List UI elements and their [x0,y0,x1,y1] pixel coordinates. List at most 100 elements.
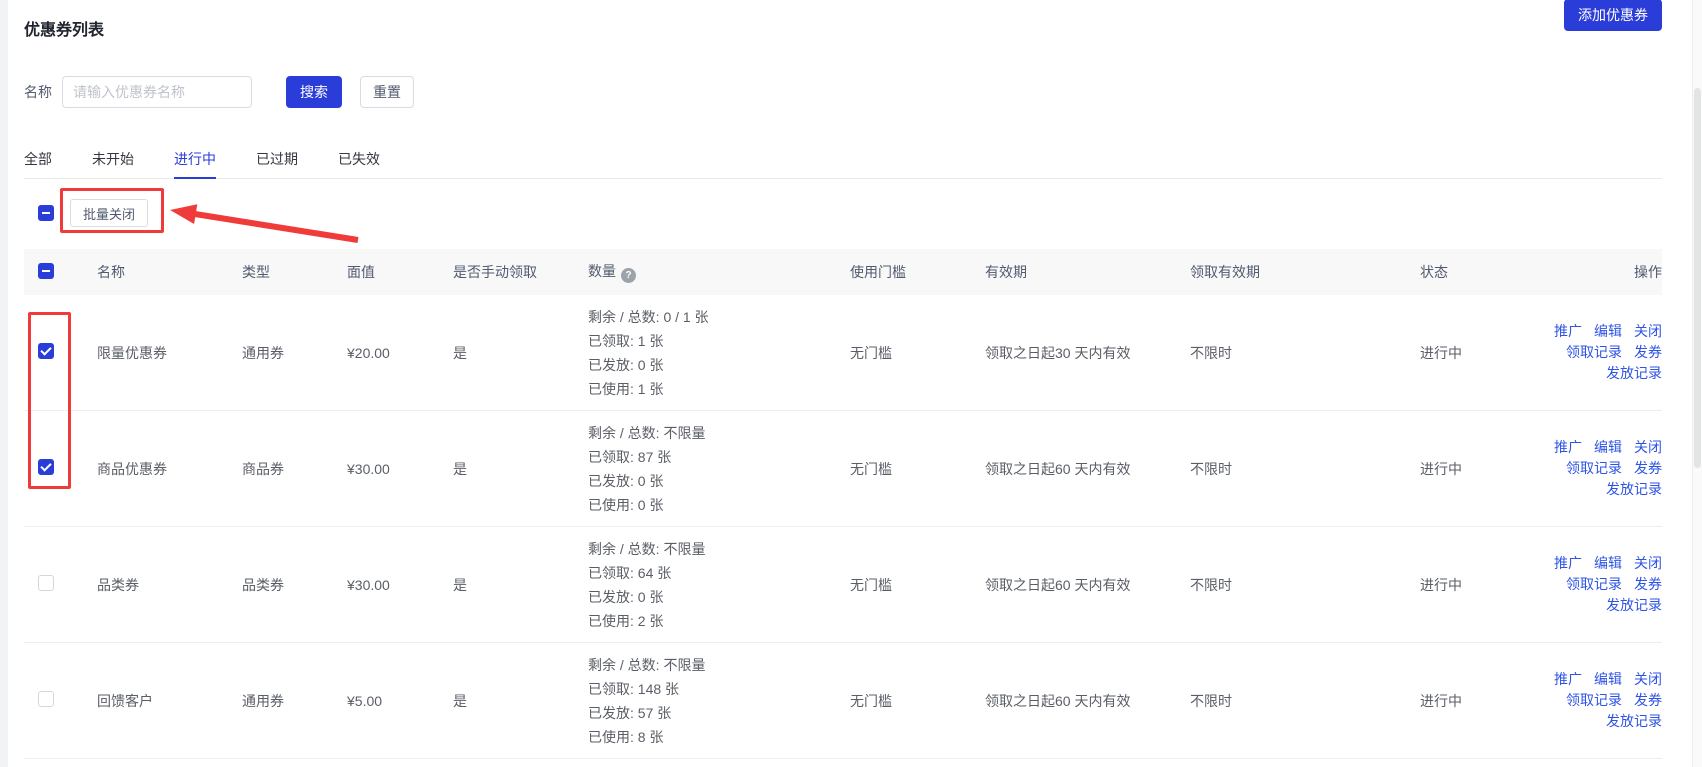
reset-button[interactable]: 重置 [360,76,414,108]
coupon-type: 通用券 [242,691,347,711]
search-input[interactable] [62,76,252,108]
quantity-line: 已发放: 0 张 [588,469,850,493]
coupon-threshold: 无门槛 [850,575,985,595]
coupon-threshold: 无门槛 [850,459,985,479]
action-link-claim-records[interactable]: 领取记录 [1566,576,1622,592]
coupon-type: 品类券 [242,575,347,595]
tab-in-progress[interactable]: 进行中 [174,150,216,179]
action-link-claim-records[interactable]: 领取记录 [1566,692,1622,708]
action-line: 推广编辑关闭 [1532,437,1662,458]
quantity-cell: 剩余 / 总数: 0 / 1 张已领取: 1 张已发放: 0 张已使用: 1 张 [588,305,850,401]
coupon-manual-claim: 是 [453,691,588,711]
action-link-send-coupon[interactable]: 发券 [1634,692,1662,708]
coupon-validity: 领取之日起30 天内有效 [985,343,1190,363]
quantity-line: 剩余 / 总数: 不限量 [588,653,850,677]
col-status: 状态 [1420,262,1532,282]
actions-cell: 推广编辑关闭领取记录发券发放记录 [1532,437,1662,500]
select-all-checkbox[interactable] [38,205,54,221]
action-link-send-coupon[interactable]: 发券 [1634,344,1662,360]
status-text: 进行中 [1420,459,1532,479]
action-link-promote[interactable]: 推广 [1554,555,1582,571]
title-row: 优惠券列表 添加优惠券 [24,0,1662,38]
coupon-name: 商品优惠券 [97,459,242,479]
quantity-line: 已领取: 148 张 [588,677,850,701]
tab-not-started[interactable]: 未开始 [92,150,134,179]
action-line: 领取记录发券 [1532,458,1662,479]
row-checkbox[interactable] [38,575,54,591]
table-row: 回馈客户 通用券 ¥5.00 是 剩余 / 总数: 不限量已领取: 148 张已… [24,643,1662,759]
action-link-close[interactable]: 关闭 [1634,323,1662,339]
tab-all[interactable]: 全部 [24,150,52,179]
coupon-validity: 领取之日起60 天内有效 [985,691,1190,711]
action-link-close[interactable]: 关闭 [1634,671,1662,687]
header-select-checkbox[interactable] [38,263,54,279]
action-line: 领取记录发券 [1532,342,1662,363]
coupon-threshold: 无门槛 [850,343,985,363]
actions-cell: 推广编辑关闭领取记录发券发放记录 [1532,553,1662,616]
tab-invalid[interactable]: 已失效 [338,150,380,179]
left-margin-strip [0,0,8,767]
status-text: 进行中 [1420,575,1532,595]
action-link-promote[interactable]: 推广 [1554,671,1582,687]
action-line: 发放记录 [1532,595,1662,616]
tab-expired[interactable]: 已过期 [256,150,298,179]
action-link-distribution-records[interactable]: 发放记录 [1606,713,1662,729]
add-coupon-button[interactable]: 添加优惠券 [1564,0,1662,31]
coupon-claim-validity: 不限时 [1190,343,1420,363]
action-link-promote[interactable]: 推广 [1554,323,1582,339]
coupon-claim-validity: 不限时 [1190,575,1420,595]
action-link-promote[interactable]: 推广 [1554,439,1582,455]
coupon-manual-claim: 是 [453,343,588,363]
action-link-distribution-records[interactable]: 发放记录 [1606,597,1662,613]
table-body: 限量优惠券 通用券 ¥20.00 是 剩余 / 总数: 0 / 1 张已领取: … [24,295,1662,759]
coupon-validity: 领取之日起60 天内有效 [985,459,1190,479]
actions-cell: 推广编辑关闭领取记录发券发放记录 [1532,321,1662,384]
action-link-distribution-records[interactable]: 发放记录 [1606,481,1662,497]
vertical-scrollbar[interactable] [1692,0,1702,767]
action-link-distribution-records[interactable]: 发放记录 [1606,365,1662,381]
search-button[interactable]: 搜索 [286,76,342,108]
batch-close-button[interactable]: 批量关闭 [70,199,148,227]
row-checkbox[interactable] [38,691,54,707]
action-line: 推广编辑关闭 [1532,669,1662,690]
help-icon[interactable]: ? [621,268,636,283]
coupon-face-value: ¥20.00 [347,345,453,361]
action-line: 推广编辑关闭 [1532,553,1662,574]
status-text: 进行中 [1420,691,1532,711]
action-line: 发放记录 [1532,363,1662,384]
search-label: 名称 [24,82,52,102]
quantity-line: 剩余 / 总数: 不限量 [588,421,850,445]
action-line: 领取记录发券 [1532,574,1662,595]
action-link-send-coupon[interactable]: 发券 [1634,460,1662,476]
action-link-claim-records[interactable]: 领取记录 [1566,460,1622,476]
quantity-cell: 剩余 / 总数: 不限量已领取: 87 张已发放: 0 张已使用: 0 张 [588,421,850,517]
coupon-manual-claim: 是 [453,459,588,479]
action-link-send-coupon[interactable]: 发券 [1634,576,1662,592]
action-link-edit[interactable]: 编辑 [1594,439,1622,455]
action-link-close[interactable]: 关闭 [1634,555,1662,571]
scrollbar-thumb[interactable] [1694,88,1701,468]
action-link-close[interactable]: 关闭 [1634,439,1662,455]
quantity-cell: 剩余 / 总数: 不限量已领取: 148 张已发放: 57 张已使用: 8 张 [588,653,850,749]
action-link-claim-records[interactable]: 领取记录 [1566,344,1622,360]
row-checkbox[interactable] [38,343,54,359]
action-link-edit[interactable]: 编辑 [1594,323,1622,339]
quantity-line: 已发放: 57 张 [588,701,850,725]
coupon-validity: 领取之日起60 天内有效 [985,575,1190,595]
quantity-line: 剩余 / 总数: 不限量 [588,537,850,561]
quantity-line: 已领取: 87 张 [588,445,850,469]
col-quantity-label: 数量 [588,263,616,279]
quantity-line: 已发放: 0 张 [588,353,850,377]
action-link-edit[interactable]: 编辑 [1594,555,1622,571]
action-line: 发放记录 [1532,479,1662,500]
action-link-edit[interactable]: 编辑 [1594,671,1622,687]
col-actions: 操作 [1532,262,1662,282]
col-claim-validity: 领取有效期 [1190,262,1420,282]
col-type: 类型 [242,262,347,282]
table-header-row: 名称 类型 面值 是否手动领取 数量? 使用门槛 有效期 领取有效期 状态 操作 [24,249,1662,295]
page-title: 优惠券列表 [24,22,104,39]
quantity-line: 已发放: 0 张 [588,585,850,609]
row-checkbox[interactable] [38,459,54,475]
quantity-line: 已领取: 64 张 [588,561,850,585]
col-face-value: 面值 [347,262,453,282]
